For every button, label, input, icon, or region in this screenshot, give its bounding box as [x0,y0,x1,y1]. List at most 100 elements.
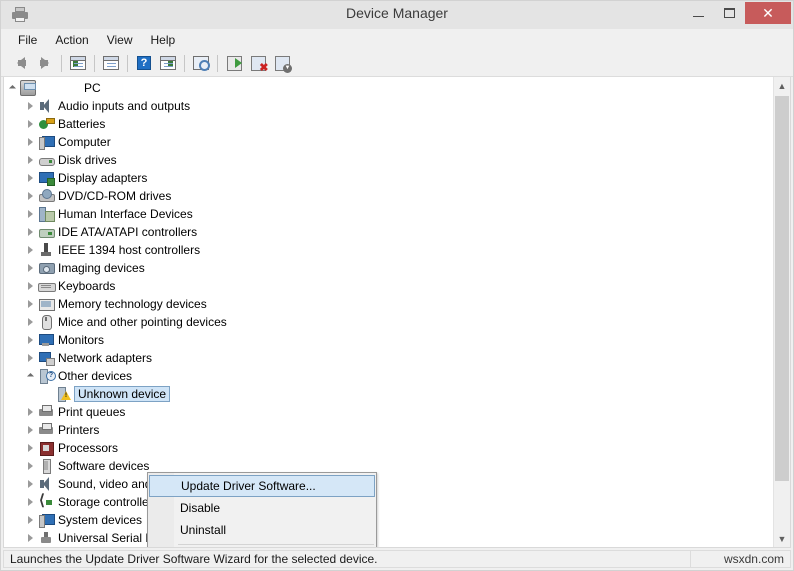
scan-for-hardware-changes-icon[interactable] [189,52,213,74]
printer-icon [38,404,54,420]
tree-item-label: Computer [58,135,111,149]
expand-collapse-icon[interactable] [22,349,38,367]
vertical-scrollbar[interactable]: ▲ ▼ [773,77,790,547]
keyboard-icon [38,278,54,294]
tree-item[interactable]: DVD/CD-ROM drives [4,187,773,205]
expand-collapse-icon[interactable] [22,259,38,277]
printer-icon [38,422,54,438]
disk-drive-icon [38,152,54,168]
scroll-down-button[interactable]: ▼ [774,530,790,547]
expand-collapse-icon[interactable] [22,511,38,529]
tree-item[interactable]: Other devices [4,367,773,385]
tree-item-label: Mice and other pointing devices [58,315,227,329]
show-hide-console-tree-icon[interactable] [66,52,90,74]
expand-collapse-icon[interactable] [22,493,38,511]
expand-collapse-icon[interactable] [22,169,38,187]
tree-item[interactable]: Display adapters [4,169,773,187]
tree-item[interactable]: Memory technology devices [4,295,773,313]
expand-collapse-icon[interactable] [22,313,38,331]
update-driver-software-icon[interactable] [222,52,246,74]
tree-item-label: Human Interface Devices [58,207,193,221]
expand-collapse-icon[interactable] [22,295,38,313]
device-tree[interactable]: PC Audio inputs and outputsBatteries Comp… [4,77,773,547]
close-button[interactable]: ✕ [745,2,791,24]
expand-collapse-icon[interactable] [22,439,38,457]
tree-item[interactable]: IDE ATA/ATAPI controllers [4,223,773,241]
forward-arrow-icon[interactable] [33,52,57,74]
context-menu-item[interactable]: Update Driver Software... [149,475,375,497]
expand-collapse-icon[interactable] [22,529,38,547]
scroll-thumb[interactable] [775,96,789,481]
expand-collapse-icon[interactable] [22,97,38,115]
device-manager-icon [11,6,29,24]
menu-view[interactable]: View [98,31,142,49]
expand-collapse-icon[interactable] [22,331,38,349]
context-menu-item[interactable]: Uninstall [148,519,376,541]
tree-item[interactable]: Keyboards [4,277,773,295]
expand-collapse-icon[interactable] [22,205,38,223]
disable-device-icon[interactable] [246,52,270,74]
properties-icon[interactable] [99,52,123,74]
tree-item[interactable]: Printers [4,421,773,439]
show-details-pane-icon[interactable] [156,52,180,74]
tree-item[interactable]: Processors [4,439,773,457]
menu-action[interactable]: Action [46,31,97,49]
expand-collapse-icon[interactable] [22,277,38,295]
expand-collapse-icon[interactable] [22,223,38,241]
battery-icon [38,116,54,132]
display-adapter-icon [38,170,54,186]
tree-item-label: Monitors [58,333,104,347]
tree-item[interactable]: Computer [4,133,773,151]
tree-item[interactable]: Mice and other pointing devices [4,313,773,331]
scroll-track[interactable] [774,94,790,530]
expand-collapse-icon[interactable] [22,457,38,475]
context-menu: Update Driver Software...DisableUninstal… [147,472,377,548]
tree-root-pc[interactable]: PC [4,79,773,97]
expand-collapse-icon[interactable] [22,133,38,151]
device-manager-window: Device Manager ✕ File Action View Help ? [0,0,794,571]
tree-item[interactable]: Monitors [4,331,773,349]
tree-item[interactable]: Unknown device [4,385,773,403]
expand-collapse-icon[interactable] [22,367,38,385]
expand-collapse-icon[interactable] [22,403,38,421]
tree-item[interactable]: Software devices [4,457,773,475]
tree-item[interactable]: Disk drives [4,151,773,169]
context-menu-item[interactable]: Disable [148,497,376,519]
tree-item[interactable]: IEEE 1394 host controllers [4,241,773,259]
tree-item[interactable]: Print queues [4,403,773,421]
scroll-up-button[interactable]: ▲ [774,77,790,94]
tree-item-label: Disk drives [58,153,117,167]
tree-item[interactable]: Universal Serial Bus controllers [4,529,773,547]
minimize-button[interactable] [683,2,714,24]
expand-collapse-icon[interactable] [22,241,38,259]
status-message: Launches the Update Driver Software Wiza… [3,550,691,568]
menu-file[interactable]: File [9,31,46,49]
tree-item[interactable]: Storage controllers [4,493,773,511]
tree-item-label: System devices [58,513,142,527]
tree-item[interactable]: System devices [4,511,773,529]
tree-item[interactable]: Audio inputs and outputs [4,97,773,115]
window-title: Device Manager [1,5,793,21]
menu-help[interactable]: Help [142,31,185,49]
expand-collapse-icon[interactable] [40,385,56,403]
toolbar-separator [184,55,185,72]
device-tree-panel: PC Audio inputs and outputsBatteries Comp… [3,77,791,548]
title-bar: Device Manager ✕ [1,1,793,29]
expand-collapse-icon[interactable] [22,475,38,493]
tree-item-label: Other devices [58,369,132,383]
help-icon[interactable]: ? [132,52,156,74]
tree-item[interactable]: Human Interface Devices [4,205,773,223]
expand-collapse-icon[interactable] [22,187,38,205]
tree-item[interactable]: Network adapters [4,349,773,367]
tree-item-label: Print queues [58,405,125,419]
expand-collapse-icon[interactable] [4,79,20,97]
tree-item[interactable]: Sound, video and game controllers [4,475,773,493]
tree-item[interactable]: Batteries [4,115,773,133]
tree-item[interactable]: Imaging devices [4,259,773,277]
maximize-button[interactable] [714,2,745,24]
expand-collapse-icon[interactable] [22,151,38,169]
uninstall-device-icon[interactable] [270,52,294,74]
back-arrow-icon[interactable] [9,52,33,74]
expand-collapse-icon[interactable] [22,421,38,439]
expand-collapse-icon[interactable] [22,115,38,133]
